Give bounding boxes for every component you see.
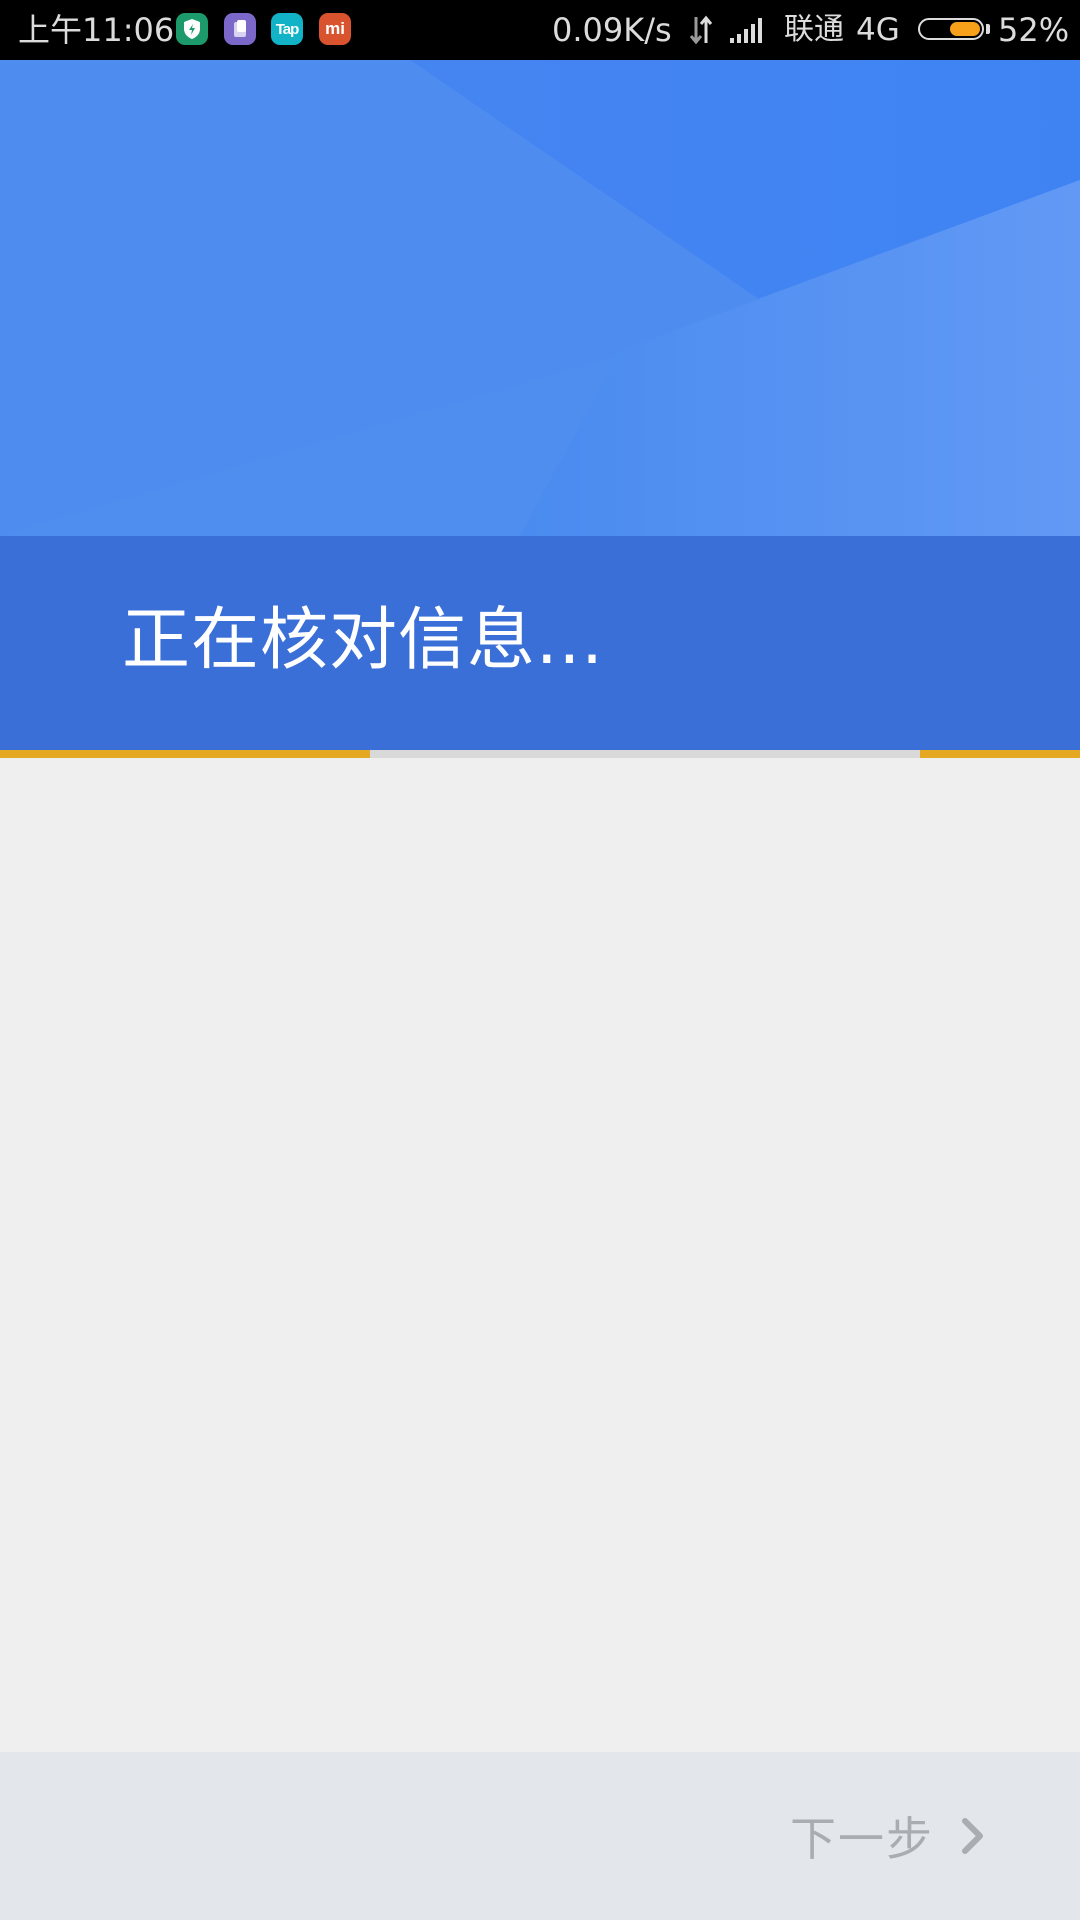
progress-segment-right: [920, 750, 1080, 758]
battery-icon: [918, 18, 984, 40]
chevron-right-icon: [956, 1813, 990, 1859]
header-decoration: [0, 60, 1080, 536]
next-button[interactable]: 下一步: [790, 1788, 990, 1884]
page-title: 正在核对信息...: [122, 601, 604, 680]
network-type: 4G: [856, 12, 900, 48]
status-bar: 上午11:06 Tap mi 0.09K/s 联通 4G 52%: [0, 0, 1080, 60]
header-background: [0, 60, 1080, 536]
battery-percent: 52%: [998, 11, 1070, 49]
tap-app-icon: Tap: [271, 13, 303, 45]
signal-strength-icon: [728, 16, 768, 44]
network-speed: 0.09K/s: [552, 11, 672, 49]
next-button-label: 下一步: [790, 1812, 934, 1866]
progress-segment-left: [0, 750, 370, 758]
progress-bar: [0, 750, 1080, 758]
shield-app-icon: [176, 13, 208, 45]
status-time: 上午11:06: [18, 11, 175, 49]
mi-app-icon: mi: [319, 13, 351, 45]
screen: 上午11:06 Tap mi 0.09K/s 联通 4G 52% 正在核对信息.…: [0, 0, 1080, 1920]
purple-app-icon: [224, 13, 256, 45]
data-transfer-icon: [688, 15, 714, 45]
carrier-name: 联通: [784, 12, 844, 47]
battery-nub: [986, 24, 990, 34]
footer-bar: 下一步: [0, 1752, 1080, 1920]
battery-level-fill: [950, 22, 980, 36]
